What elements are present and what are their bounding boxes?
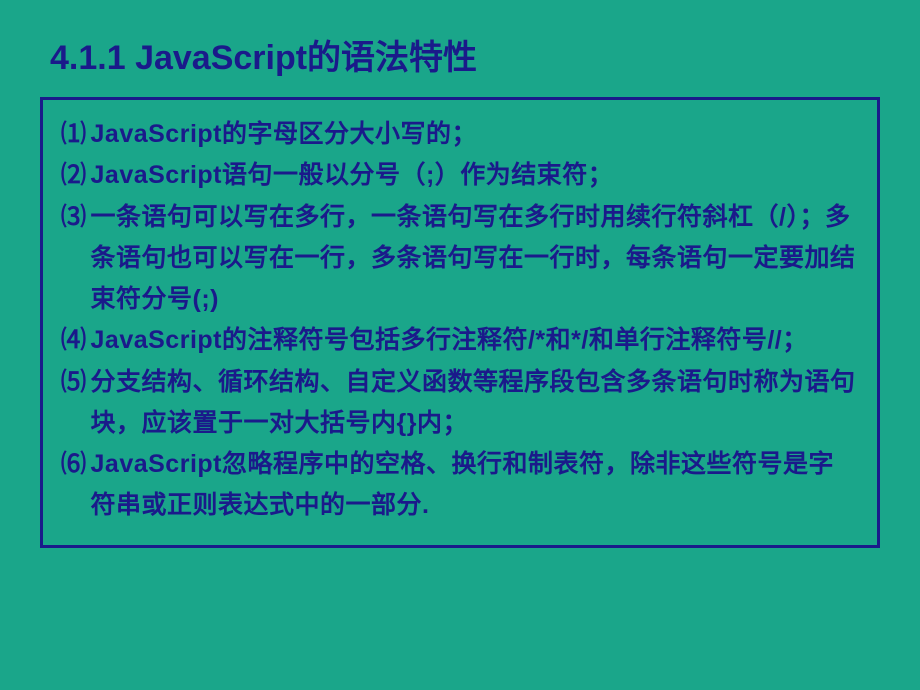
slide-container: 4.1.1 JavaScript的语法特性 ⑴ JavaScript的字母区分大… bbox=[0, 0, 920, 690]
list-item: ⑴ JavaScript的字母区分大小写的； bbox=[61, 114, 859, 155]
item-marker: ⑴ bbox=[61, 114, 87, 155]
item-marker: ⑵ bbox=[61, 155, 87, 196]
item-text: JavaScript语句一般以分号（;）作为结束符； bbox=[91, 155, 859, 196]
item-marker: ⑶ bbox=[61, 197, 87, 238]
list-item: ⑷ JavaScript的注释符号包括多行注释符/*和*/和单行注释符号//； bbox=[61, 320, 859, 361]
list-item: ⑵ JavaScript语句一般以分号（;）作为结束符； bbox=[61, 155, 859, 196]
item-marker: ⑹ bbox=[61, 444, 87, 485]
content-box: ⑴ JavaScript的字母区分大小写的； ⑵ JavaScript语句一般以… bbox=[40, 97, 880, 548]
item-marker: ⑸ bbox=[61, 362, 87, 403]
list-item: ⑶ 一条语句可以写在多行，一条语句写在多行时用续行符斜杠（/）；多条语句也可以写… bbox=[61, 197, 859, 321]
item-marker: ⑷ bbox=[61, 320, 87, 361]
list-item: ⑹ JavaScript忽略程序中的空格、换行和制表符，除非这些符号是字符串或正… bbox=[61, 444, 859, 527]
slide-heading: 4.1.1 JavaScript的语法特性 bbox=[40, 30, 880, 79]
item-text: 一条语句可以写在多行，一条语句写在多行时用续行符斜杠（/）；多条语句也可以写在一… bbox=[91, 197, 859, 321]
item-text: JavaScript的字母区分大小写的； bbox=[91, 114, 859, 155]
list-item: ⑸ 分支结构、循环结构、自定义函数等程序段包含多条语句时称为语句块，应该置于一对… bbox=[61, 362, 859, 445]
item-text: 分支结构、循环结构、自定义函数等程序段包含多条语句时称为语句块，应该置于一对大括… bbox=[91, 362, 859, 445]
item-text: JavaScript的注释符号包括多行注释符/*和*/和单行注释符号//； bbox=[91, 320, 859, 361]
item-text: JavaScript忽略程序中的空格、换行和制表符，除非这些符号是字符串或正则表… bbox=[91, 444, 859, 527]
